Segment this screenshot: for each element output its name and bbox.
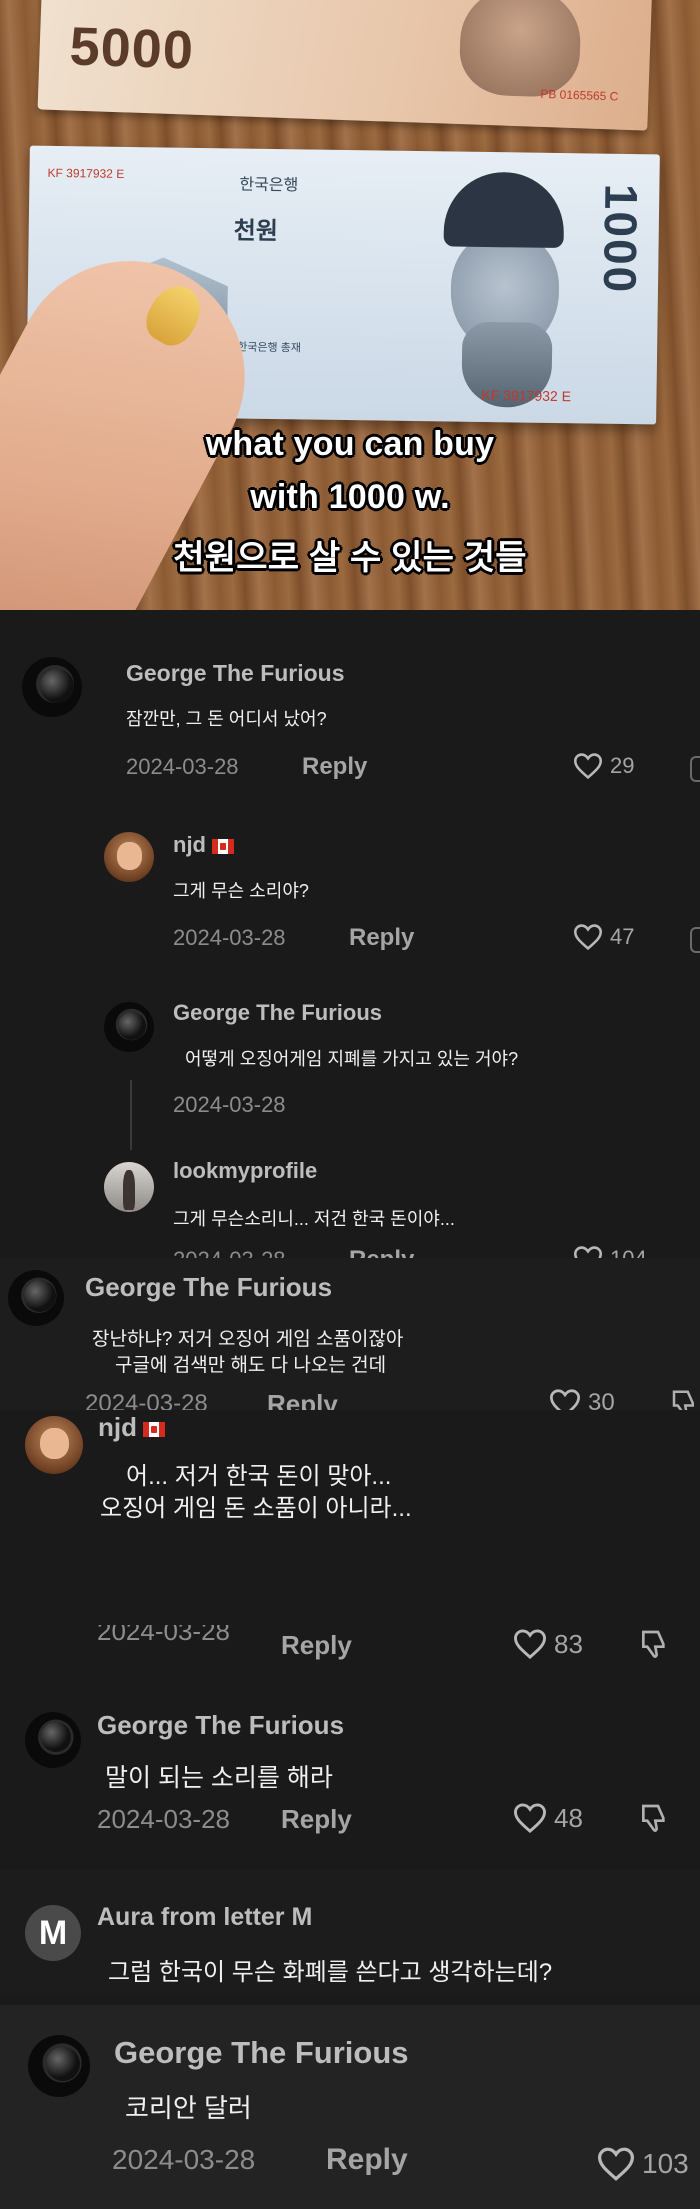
comment-author[interactable]: njd bbox=[173, 832, 234, 858]
reply-button[interactable]: Reply bbox=[349, 1246, 414, 1258]
comments-section: George The Furious 잠깐만, 그 돈 어디서 났어? 2024… bbox=[0, 610, 700, 2209]
canada-flag-icon bbox=[143, 1421, 165, 1437]
avatar[interactable] bbox=[22, 657, 82, 717]
comment-author[interactable]: George The Furious bbox=[126, 660, 345, 687]
comment-text: 그럼 한국이 무슨 화폐를 쓴다고 생각하는데? bbox=[108, 1959, 553, 1986]
banknote-5000-serial: PB 0165565 C bbox=[540, 86, 619, 104]
avatar[interactable] bbox=[104, 1002, 154, 1052]
reply-button[interactable]: Reply bbox=[281, 1630, 352, 1661]
comment-author[interactable]: George The Furious bbox=[114, 2035, 409, 2071]
like-button[interactable]: 48 bbox=[512, 1802, 583, 1834]
like-button[interactable]: 104 bbox=[572, 1245, 647, 1258]
reply-button[interactable]: Reply bbox=[302, 753, 367, 781]
comment-meta-clipped: 2024-03-28 Reply 104 bbox=[0, 1242, 700, 1258]
comment-author[interactable]: Aura from letter M bbox=[97, 1903, 312, 1932]
banknote-1000-value: 1000 bbox=[593, 183, 648, 295]
comment-panel: njd 어... 저거 한국 돈이 맞아... 오징어 게임 돈 소품이 아니라… bbox=[0, 1410, 700, 1522]
comment-date: 2024-03-28 bbox=[173, 1092, 286, 1117]
comment-author[interactable]: lookmyprofile bbox=[173, 1158, 317, 1184]
video-frame[interactable]: 5000 PB 0165565 C KF 3917932 E 한국은행 천원 한… bbox=[0, 0, 700, 610]
comment-date: 2024-03-28 bbox=[112, 2144, 256, 2175]
comment-author[interactable]: George The Furious bbox=[85, 1272, 332, 1303]
caption-line-2: with 1000 w. bbox=[250, 478, 450, 516]
comment-date: 2024-03-28 bbox=[97, 1625, 230, 1646]
banknote-bank-name: 한국은행 bbox=[239, 176, 299, 195]
comment-author[interactable]: njd bbox=[98, 1412, 165, 1443]
comment-text-line2: 오징어 게임 돈 소품이 아니라... bbox=[100, 1495, 412, 1522]
reply-button[interactable]: Reply bbox=[326, 2143, 408, 2177]
comment-text: 그게 무슨 소리야? bbox=[173, 881, 309, 901]
like-count: 48 bbox=[554, 1802, 583, 1833]
comment-author[interactable]: George The Furious bbox=[173, 1000, 382, 1026]
comment-text: 코리안 달러 bbox=[125, 2093, 252, 2123]
portrait-image bbox=[421, 171, 594, 408]
dislike-button-partial[interactable] bbox=[690, 756, 700, 782]
comment-text: 그게 무슨소리니... 저건 한국 돈이야... bbox=[173, 1209, 455, 1229]
banknote-1000-serial-bottom: KF 3917932 E bbox=[481, 386, 572, 405]
comment-date: 2024-03-28 bbox=[126, 754, 239, 779]
avatar[interactable] bbox=[25, 1712, 81, 1768]
caption-line-3: 천원으로 살 수 있는 것들 bbox=[173, 539, 527, 577]
banknote-governor-label: 한국은행 총재 bbox=[237, 341, 301, 355]
banknote-1000-serial-top: KF 3917932 E bbox=[47, 165, 125, 181]
avatar[interactable] bbox=[104, 832, 154, 882]
like-button[interactable]: 29 bbox=[572, 752, 634, 780]
banknote-5000-value: 5000 bbox=[68, 16, 195, 81]
like-button[interactable]: 83 bbox=[512, 1628, 583, 1660]
portrait-image bbox=[458, 0, 583, 99]
avatar[interactable] bbox=[25, 1416, 83, 1474]
caption-line-1: what you can buy bbox=[205, 425, 495, 463]
avatar-letter[interactable]: M bbox=[25, 1905, 81, 1961]
comment-text-line1: 장난하냐? 저거 오징어 게임 소품이잖아 bbox=[92, 1329, 404, 1350]
heart-icon bbox=[513, 1803, 547, 1834]
like-count: 29 bbox=[610, 753, 635, 778]
reply-button[interactable]: Reply bbox=[281, 1804, 352, 1835]
comment-panel: M Aura from letter M 그럼 한국이 무슨 화폐를 쓴다고 생… bbox=[0, 1870, 700, 1995]
comment-date: 2024-03-28 bbox=[173, 1247, 286, 1258]
like-count: 103 bbox=[642, 2148, 689, 2179]
banknote-5000: 5000 PB 0165565 C bbox=[37, 0, 653, 131]
heart-icon bbox=[573, 753, 603, 780]
like-count: 104 bbox=[610, 1246, 647, 1258]
canada-flag-icon bbox=[212, 838, 234, 854]
comment-text: 잠깐만, 그 돈 어디서 났어? bbox=[126, 709, 327, 729]
thumbs-down-icon[interactable] bbox=[637, 1628, 671, 1660]
reply-button[interactable]: Reply bbox=[349, 924, 414, 952]
avatar[interactable] bbox=[8, 1270, 64, 1326]
heart-icon bbox=[597, 2147, 635, 2181]
like-count: 83 bbox=[554, 1628, 583, 1659]
comment-text-line2: 구글에 검색만 해도 다 나오는 건데 bbox=[115, 1355, 387, 1376]
thread-line bbox=[130, 1080, 132, 1150]
comment-text-line1: 어... 저거 한국 돈이 맞아... bbox=[126, 1463, 392, 1490]
heart-icon bbox=[513, 1629, 547, 1660]
heart-icon bbox=[573, 1246, 603, 1258]
like-button[interactable]: 47 bbox=[572, 923, 634, 951]
comment-date: 2024-03-28 bbox=[97, 1804, 230, 1834]
dislike-button-partial[interactable] bbox=[690, 927, 700, 953]
comment-author[interactable]: George The Furious bbox=[97, 1710, 344, 1741]
comment-text: 말이 되는 소리를 해라 bbox=[105, 1764, 333, 1792]
avatar[interactable] bbox=[28, 2035, 90, 2097]
comment-text: 어떻게 오징어게임 지폐를 가지고 있는 거야? bbox=[185, 1049, 519, 1069]
like-count: 47 bbox=[610, 924, 635, 949]
like-button[interactable]: 103 bbox=[596, 2146, 689, 2182]
comment-panel: George The Furious 코리안 달러 2024-03-28 Rep… bbox=[0, 2005, 700, 2209]
comment-date: 2024-03-28 bbox=[173, 925, 286, 950]
banknote-won-label: 천원 bbox=[233, 217, 279, 246]
comment-panel: George The Furious 장난하냐? 저거 오징어 게임 소품이잖아… bbox=[0, 1258, 700, 1419]
avatar[interactable] bbox=[104, 1162, 154, 1212]
heart-icon bbox=[573, 924, 603, 951]
thumbs-down-icon[interactable] bbox=[637, 1802, 671, 1834]
